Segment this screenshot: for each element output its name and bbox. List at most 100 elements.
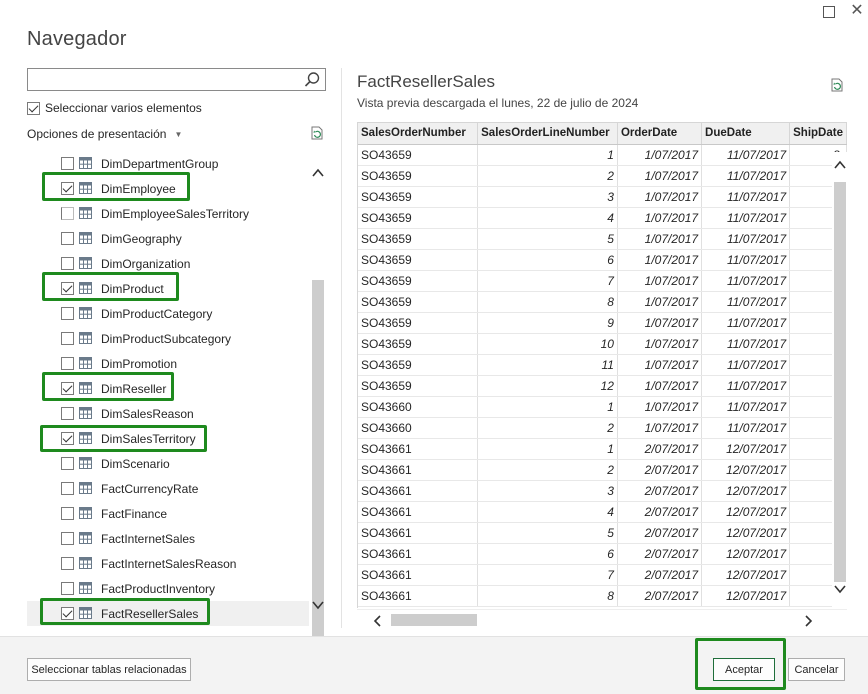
grid-vertical-scrollbar[interactable] [832,152,848,608]
table-cell: 1/07/2017 [617,354,703,376]
table-checkbox[interactable] [61,357,74,370]
table-checkbox[interactable] [61,157,74,170]
select-multiple-checkbox[interactable] [27,101,40,115]
list-item[interactable]: DimProduct [27,276,309,301]
table-cell: 1/07/2017 [617,312,703,334]
select-related-tables-button[interactable]: Seleccionar tablas relacionadas [27,658,191,681]
table-cell: 3 [477,480,618,502]
table-checkbox[interactable] [61,282,74,295]
list-item[interactable]: DimSalesTerritory [27,426,309,451]
list-item[interactable]: DimEmployeeSalesTerritory [27,201,309,226]
grid-vertical-scrollbar-thumb[interactable] [834,182,846,582]
table-cell: 4 [477,207,618,229]
table-checkbox[interactable] [61,507,74,520]
chevron-left-icon[interactable] [371,614,385,628]
select-multiple-label: Seleccionar varios elementos [45,101,202,115]
maximize-button[interactable] [820,2,838,20]
table-cell: SO43659 [358,354,479,376]
chevron-up-icon[interactable] [310,166,326,180]
table-checkbox[interactable] [61,382,74,395]
table-icon [79,257,92,269]
list-item[interactable]: DimGeography [27,226,309,251]
table-checkbox[interactable] [61,232,74,245]
list-item[interactable]: DimEmployee [27,176,309,201]
list-item[interactable]: DimSalesReason [27,401,309,426]
list-item[interactable]: FactInternetSalesReason [27,551,309,576]
search-icon[interactable] [303,71,321,89]
table-cell: 1 [477,438,618,460]
table-checkbox[interactable] [61,207,74,220]
preview-title: FactResellerSales [357,72,495,91]
table-row: SO4366162/07/201712/07/20179, [358,543,847,565]
list-item[interactable]: FactInternetSales [27,526,309,551]
accept-button[interactable]: Aceptar [713,658,775,681]
table-row: SO4366142/07/201712/07/20179, [358,501,847,523]
grid-horizontal-scrollbar-thumb[interactable] [391,614,477,626]
chevron-right-icon[interactable] [801,614,815,628]
table-checkbox[interactable] [61,307,74,320]
refresh-preview-icon[interactable] [829,77,845,93]
table-checkbox[interactable] [61,332,74,345]
chevron-up-icon[interactable] [832,158,848,172]
table-cell: SO43660 [358,417,479,439]
select-multiple-row[interactable]: Seleccionar varios elementos [27,101,202,115]
column-header[interactable]: DueDate [701,123,791,145]
table-checkbox[interactable] [61,582,74,595]
table-cell: SO43659 [358,333,479,355]
list-item[interactable]: DimProductSubcategory [27,326,309,351]
table-name: FactInternetSales [101,532,196,546]
table-row: SO4366172/07/201712/07/20179, [358,564,847,586]
table-cell: 6 [477,249,618,271]
cancel-button[interactable]: Cancelar [788,658,845,681]
table-name: FactInternetSalesReason [101,557,237,571]
dialog-footer: Seleccionar tablas relacionadas Aceptar … [0,636,868,694]
table-cell: 12 [477,375,618,397]
table-checkbox[interactable] [61,432,74,445]
table-checkbox[interactable] [61,182,74,195]
column-header[interactable]: SalesOrderNumber [358,123,479,145]
table-row: SO4366021/07/201711/07/20178, [358,417,847,439]
table-row: SO4365951/07/201711/07/20178, [358,228,847,250]
list-item[interactable]: DimProductCategory [27,301,309,326]
list-item[interactable]: FactFinance [27,501,309,526]
search-input[interactable] [28,69,298,90]
list-item[interactable]: FactProductInventory [27,576,309,601]
column-header[interactable]: OrderDate [617,123,703,145]
list-scrollbar-thumb[interactable] [312,280,324,690]
close-button[interactable]: ✕ [848,2,866,20]
table-checkbox[interactable] [61,482,74,495]
table-name: DimOrganization [101,257,191,271]
list-scrollbar[interactable] [310,160,326,690]
list-item[interactable]: FactResellerSales [27,601,309,626]
table-cell: SO43659 [358,186,479,208]
table-cell: 1/07/2017 [617,144,703,166]
table-checkbox[interactable] [61,457,74,470]
table-cell: 7 [477,564,618,586]
column-header[interactable]: SalesOrderLineNumber [477,123,618,145]
display-options-dropdown[interactable]: Opciones de presentación ▼ [27,127,182,141]
table-checkbox[interactable] [61,607,74,620]
list-item[interactable]: DimPromotion [27,351,309,376]
table-cell: SO43659 [358,144,479,166]
table-icon [79,332,92,344]
list-item[interactable]: DimDepartmentGroup [27,151,309,176]
list-item[interactable]: FactCurrencyRate [27,476,309,501]
chevron-down-icon[interactable] [832,582,848,596]
table-checkbox[interactable] [61,257,74,270]
table-checkbox[interactable] [61,557,74,570]
table-checkbox[interactable] [61,532,74,545]
table-checkbox[interactable] [61,407,74,420]
table-cell: 12/07/2017 [701,564,791,586]
table-row: SO4365971/07/201711/07/20178, [358,270,847,292]
refresh-icon[interactable] [309,125,325,141]
list-item[interactable]: DimOrganization [27,251,309,276]
grid-horizontal-scrollbar[interactable] [357,609,847,629]
table-cell: 7 [477,270,618,292]
list-item[interactable]: DimScenario [27,451,309,476]
column-header[interactable]: ShipDate [789,123,847,145]
table-name: DimSalesTerritory [101,432,196,446]
table-cell: 11/07/2017 [701,417,791,439]
list-item[interactable]: DimReseller [27,376,309,401]
chevron-down-icon[interactable] [310,598,326,612]
table-cell: 12/07/2017 [701,501,791,523]
